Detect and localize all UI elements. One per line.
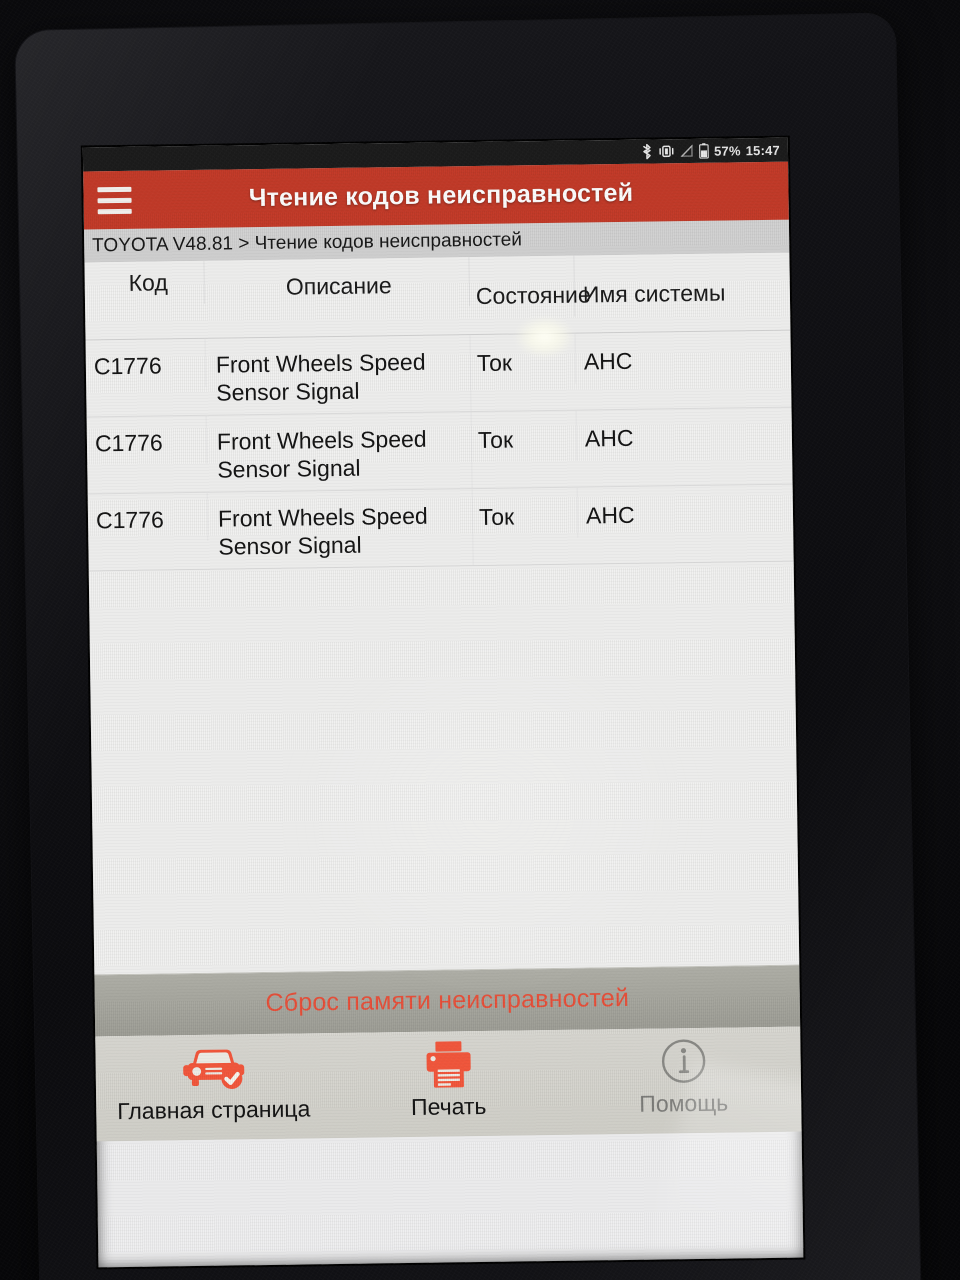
cell-description: Front Wheels Speed Sensor Signal — [205, 335, 472, 415]
cell-description: Front Wheels Speed Sensor Signal — [206, 412, 473, 492]
nav-item-help[interactable]: Помощь — [565, 1027, 801, 1135]
table-header-row: Код Описание Состояние Имя системы — [84, 252, 791, 341]
vibrate-icon — [658, 144, 675, 158]
battery-percent: 57% — [713, 142, 741, 159]
device-photo: 57% 15:47 Чтение кодов неисправностей TO… — [0, 0, 960, 1280]
bottom-navigation-bar: Главная страница Печать Помощь — [95, 1026, 802, 1142]
hamburger-menu-icon[interactable] — [97, 186, 132, 214]
nav-item-print[interactable]: Печать — [330, 1030, 566, 1138]
cell-description: Front Wheels Speed Sensor Signal — [207, 489, 474, 570]
cell-code: C1776 — [86, 415, 208, 466]
no-signal-icon — [680, 144, 694, 158]
cell-code: C1776 — [87, 492, 209, 543]
tablet-screen: 57% 15:47 Чтение кодов неисправностей TO… — [82, 137, 804, 1268]
table-row[interactable]: C1776 Front Wheels Speed Sensor Signal Т… — [85, 330, 792, 418]
cell-system: AHC — [585, 502, 635, 529]
cell-system: AHC — [584, 424, 634, 452]
nav-item-home[interactable]: Главная страница — [95, 1033, 331, 1141]
battery-icon — [699, 143, 709, 159]
cell-code: C1776 — [85, 338, 207, 389]
table-row[interactable]: C1776 Front Wheels Speed Sensor Signal Т… — [86, 407, 793, 495]
nav-label-print: Печать — [410, 1092, 487, 1120]
table-row[interactable]: C1776 Front Wheels Speed Sensor Signal Т… — [87, 484, 794, 572]
nav-label-help: Помощь — [639, 1089, 729, 1117]
column-header-code: Код — [84, 260, 206, 306]
reset-fault-memory-button[interactable]: Сброс памяти неисправностей — [94, 964, 801, 1037]
table-body: C1776 Front Wheels Speed Sensor Signal Т… — [85, 330, 794, 572]
app-bar: Чтение кодов неисправностей — [83, 161, 789, 230]
column-header-system: Имя системы — [582, 279, 726, 308]
status-bar-clock: 15:47 — [745, 142, 781, 158]
cell-system: AHC — [583, 347, 633, 375]
reset-fault-memory-label: Сброс памяти неисправностей — [265, 983, 630, 1018]
page-title: Чтение кодов неисправностей — [248, 178, 634, 212]
cell-state: Ток — [471, 410, 578, 463]
column-header-description: Описание — [204, 257, 471, 310]
dtc-table: Код Описание Состояние Имя системы C1776… — [84, 252, 800, 975]
cell-state: Ток — [470, 333, 577, 386]
cell-state: Ток — [472, 487, 579, 540]
bluetooth-icon — [641, 143, 653, 160]
column-header-state: Состояние — [469, 255, 591, 319]
info-circle-icon — [658, 1034, 709, 1089]
car-check-icon — [178, 1040, 249, 1095]
printer-icon — [422, 1037, 475, 1092]
tablet-device: 57% 15:47 Чтение кодов неисправностей TO… — [15, 13, 921, 1280]
nav-label-home: Главная страница — [117, 1095, 311, 1125]
